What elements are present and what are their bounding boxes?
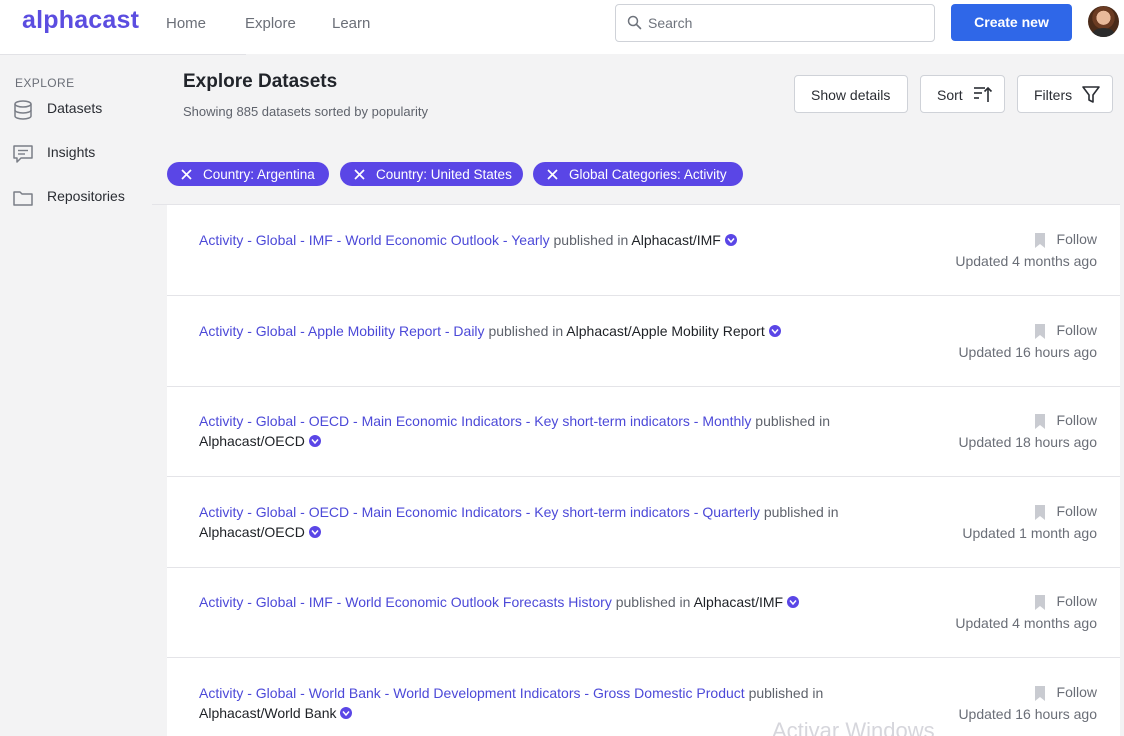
chip-label: Country: Argentina xyxy=(203,167,315,182)
updated-timestamp: Updated 16 hours ago xyxy=(958,706,1097,722)
updated-timestamp: Updated 18 hours ago xyxy=(958,434,1097,450)
follow-button[interactable]: Follow xyxy=(1034,684,1097,701)
follow-label: Follow xyxy=(1056,412,1097,428)
repository-link[interactable]: Alphacast/OECD xyxy=(199,524,305,540)
updated-timestamp: Updated 4 months ago xyxy=(955,253,1097,269)
follow-label: Follow xyxy=(1056,322,1097,338)
divider xyxy=(0,54,246,55)
follow-button[interactable]: Follow xyxy=(1034,593,1097,610)
nav-home-link[interactable]: Home xyxy=(166,15,206,32)
dataset-title-block: Activity - Global - Apple Mobility Repor… xyxy=(199,321,859,341)
sidebar-heading: EXPLORE xyxy=(15,76,75,90)
dataset-title-block: Activity - Global - IMF - World Economic… xyxy=(199,592,859,612)
windows-activation-watermark: Activar Windows xyxy=(772,718,935,736)
dataset-title-block: Activity - Global - IMF - World Economic… xyxy=(199,230,859,250)
verified-badge-icon xyxy=(308,526,321,538)
results-summary: Showing 885 datasets sorted by popularit… xyxy=(183,104,428,119)
verified-badge-icon xyxy=(308,435,321,447)
bookmark-icon xyxy=(1034,505,1045,523)
chip-label: Global Categories: Activity xyxy=(569,167,727,182)
dataset-link[interactable]: Activity - Global - Apple Mobility Repor… xyxy=(199,323,485,339)
repository-link[interactable]: Alphacast/IMF xyxy=(631,232,720,248)
bookmark-icon xyxy=(1034,595,1045,613)
dataset-link[interactable]: Activity - Global - World Bank - World D… xyxy=(199,685,745,701)
filter-chip-country-united-states[interactable]: Country: United States xyxy=(340,162,523,186)
filter-chip-global-categories-activity[interactable]: Global Categories: Activity xyxy=(533,162,743,186)
dataset-row: Activity - Global - OECD - Main Economic… xyxy=(167,477,1120,568)
dataset-row: Activity - Global - OECD - Main Economic… xyxy=(167,386,1120,477)
dataset-row: Activity - Global - IMF - World Economic… xyxy=(167,567,1120,658)
follow-button[interactable]: Follow xyxy=(1034,322,1097,339)
chat-icon xyxy=(12,143,34,170)
bookmark-icon xyxy=(1034,414,1045,432)
filter-funnel-icon xyxy=(1081,85,1101,108)
bookmark-icon xyxy=(1034,324,1045,342)
nav-learn-link[interactable]: Learn xyxy=(332,15,370,32)
repository-link[interactable]: Alphacast/Apple Mobility Report xyxy=(566,323,764,339)
published-in-text: published in xyxy=(748,685,824,701)
repository-link[interactable]: Alphacast/IMF xyxy=(694,594,783,610)
filters-label: Filters xyxy=(1034,87,1073,103)
published-in-text: published in xyxy=(763,504,839,520)
follow-button[interactable]: Follow xyxy=(1034,412,1097,429)
follow-label: Follow xyxy=(1056,684,1097,700)
page-title: Explore Datasets xyxy=(183,71,338,92)
repository-link[interactable]: Alphacast/OECD xyxy=(199,433,305,449)
dataset-title-block: Activity - Global - OECD - Main Economic… xyxy=(199,411,859,451)
updated-timestamp: Updated 4 months ago xyxy=(955,615,1097,631)
verified-badge-icon xyxy=(787,596,800,608)
search-icon xyxy=(627,15,642,35)
close-icon[interactable] xyxy=(547,168,558,183)
search-input[interactable] xyxy=(648,6,928,40)
follow-button[interactable]: Follow xyxy=(1034,503,1097,520)
sort-button[interactable]: Sort xyxy=(920,75,1005,113)
dataset-link[interactable]: Activity - Global - OECD - Main Economic… xyxy=(199,504,760,520)
alphacast-logo[interactable]: alphacast xyxy=(22,6,139,35)
dataset-row: Activity - Global - IMF - World Economic… xyxy=(167,205,1120,296)
sidebar-item-label: Datasets xyxy=(47,100,103,116)
close-icon[interactable] xyxy=(354,168,365,183)
top-navbar: alphacast Home Explore Learn Create new xyxy=(0,0,1124,54)
published-in-text: published in xyxy=(488,323,564,339)
published-in-text: published in xyxy=(615,594,691,610)
dataset-link[interactable]: Activity - Global - IMF - World Economic… xyxy=(199,594,612,610)
folder-icon xyxy=(12,187,34,214)
show-details-label: Show details xyxy=(811,87,891,103)
sidebar-item-label: Insights xyxy=(47,144,96,160)
repository-link[interactable]: Alphacast/World Bank xyxy=(199,705,336,721)
updated-timestamp: Updated 1 month ago xyxy=(962,525,1097,541)
dataset-title-block: Activity - Global - OECD - Main Economic… xyxy=(199,502,859,542)
dataset-row: Activity - Global - Apple Mobility Repor… xyxy=(167,296,1120,387)
database-icon xyxy=(12,99,34,126)
follow-label: Follow xyxy=(1056,503,1097,519)
create-new-button[interactable]: Create new xyxy=(951,4,1072,41)
sidebar-item-label: Repositories xyxy=(47,188,125,204)
follow-label: Follow xyxy=(1056,231,1097,247)
nav-explore-link[interactable]: Explore xyxy=(245,15,296,32)
sort-label: Sort xyxy=(937,87,963,103)
sort-icon xyxy=(973,85,993,106)
dataset-title-block: Activity - Global - World Bank - World D… xyxy=(199,683,859,723)
filter-chip-country-argentina[interactable]: Country: Argentina xyxy=(167,162,329,186)
follow-label: Follow xyxy=(1056,593,1097,609)
verified-badge-icon xyxy=(768,325,781,337)
filters-button[interactable]: Filters xyxy=(1017,75,1113,113)
updated-timestamp: Updated 16 hours ago xyxy=(958,344,1097,360)
dataset-row: Activity - Global - World Bank - World D… xyxy=(167,658,1120,736)
published-in-text: published in xyxy=(755,413,831,429)
published-in-text: published in xyxy=(553,232,629,248)
verified-badge-icon xyxy=(340,707,353,719)
bookmark-icon xyxy=(1034,686,1045,704)
close-icon[interactable] xyxy=(181,168,192,183)
follow-button[interactable]: Follow xyxy=(1034,231,1097,248)
chip-label: Country: United States xyxy=(376,167,512,182)
dataset-list: Activity - Global - IMF - World Economic… xyxy=(167,205,1120,736)
search-box[interactable] xyxy=(615,4,935,42)
user-avatar[interactable] xyxy=(1088,6,1119,37)
dataset-link[interactable]: Activity - Global - OECD - Main Economic… xyxy=(199,413,751,429)
show-details-button[interactable]: Show details xyxy=(794,75,908,113)
bookmark-icon xyxy=(1034,233,1045,251)
dataset-link[interactable]: Activity - Global - IMF - World Economic… xyxy=(199,232,550,248)
verified-badge-icon xyxy=(724,234,737,246)
